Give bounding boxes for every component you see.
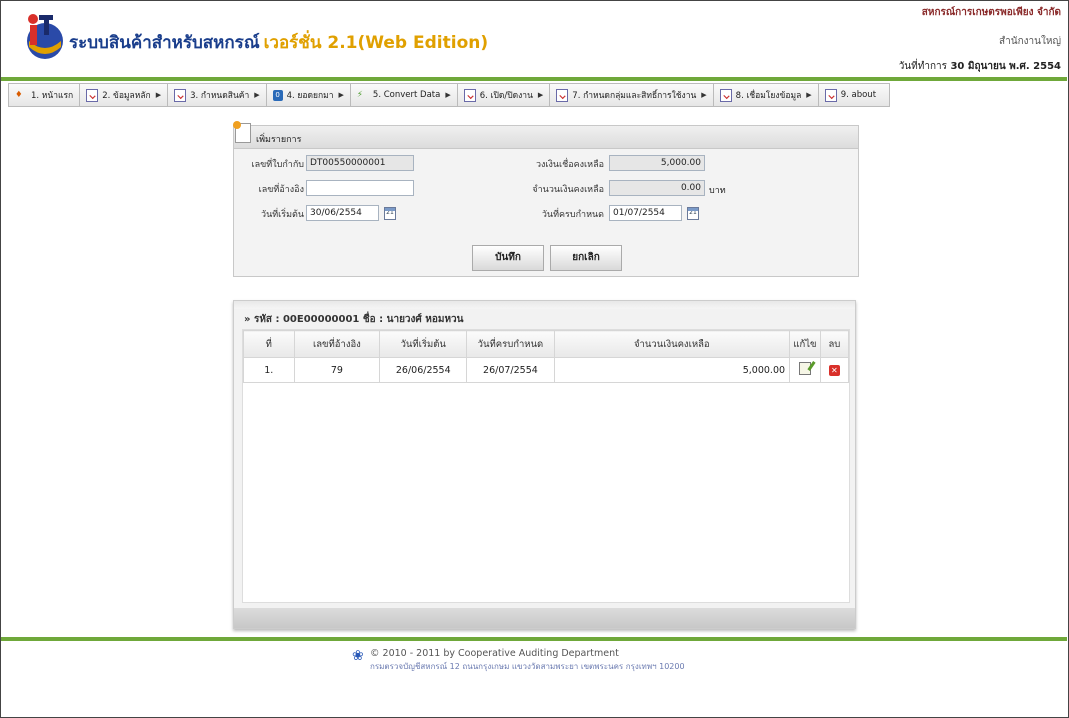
submenu-arrow-icon: ▶ xyxy=(537,91,544,99)
info-icon: 0 xyxy=(272,89,283,101)
menu-label: 1. หน้าแรก xyxy=(31,91,74,101)
col-start: วันที่เริ่มต้น xyxy=(379,330,468,358)
col-ref: เลขที่อ้างอิง xyxy=(293,330,381,358)
submenu-arrow-icon: ▶ xyxy=(445,91,451,99)
plug-icon: ⚡ xyxy=(356,89,363,100)
records-table: ที่ เลขที่อ้างอิง วันที่เริ่มต้น วันที่ค… xyxy=(243,330,850,383)
submenu-arrow-icon: ▶ xyxy=(338,91,344,99)
table-row: 1. 79 26/06/2554 26/07/2554 5,000.00 ✕ xyxy=(243,357,850,383)
app-title-main: ระบบสินค้าสำหรับสหกรณ์ xyxy=(69,33,260,53)
menu-groups-permissions[interactable]: 7. กำหนดกลุ่มและสิทธิ์การใช้งาน ▶ xyxy=(550,84,714,106)
menu-opening-balance[interactable]: 0 4. ยอดยกมา ▶ xyxy=(267,84,351,106)
col-no: ที่ xyxy=(243,330,295,358)
menu-label: 7. กำหนดกลุ่มและสิทธิ์การใช้งาน xyxy=(572,91,697,101)
grid-top-bar xyxy=(234,301,855,309)
cell-no: 1. xyxy=(243,357,295,383)
start-date-label: วันที่เริ่มต้น xyxy=(261,210,304,220)
menu-label: 2. ข้อมูลหลัก xyxy=(102,91,151,101)
home-icon: ♦ xyxy=(15,89,23,100)
invoice-label: เลขที่ใบกำกับ xyxy=(251,160,304,170)
invoice-field[interactable]: DT00550000001 xyxy=(306,155,414,171)
menu-data-link[interactable]: 8. เชื่อมโยงข้อมูล ▶ xyxy=(714,84,819,106)
menu-label: 9. about xyxy=(840,90,877,100)
credit-label: วงเงินเชื่อคงเหลือ xyxy=(535,160,604,170)
checklist-icon xyxy=(174,88,187,102)
credit-field[interactable]: 5,000.00 xyxy=(609,155,705,171)
panel-header: เพิ่มรายการ xyxy=(233,121,858,149)
menu-products[interactable]: 3. กำหนดสินค้า ▶ xyxy=(168,84,267,106)
ref-label: เลขที่อ้างอิง xyxy=(258,185,304,195)
menu-about[interactable]: 9. about xyxy=(819,84,882,106)
balance-field[interactable]: 0.00 xyxy=(609,180,705,196)
cell-due: 26/07/2554 xyxy=(466,357,555,383)
submenu-arrow-icon: ▶ xyxy=(701,91,707,99)
due-date-field[interactable]: 01/07/2554 xyxy=(609,205,682,221)
col-due: วันที่ครบกำหนด xyxy=(466,330,555,358)
checklist-icon xyxy=(719,88,732,102)
header-info: สหกรณ์การเกษตรพอเพียง จำกัด สำนักงานใหญ่… xyxy=(899,5,1061,74)
records-grid-panel: » รหัส : 00E00000001 ชื่อ : นายวงศ์ หอมห… xyxy=(233,300,856,629)
checklist-icon xyxy=(463,88,476,102)
menu-convert-data[interactable]: ⚡ 5. Convert Data ▶ xyxy=(351,84,458,106)
balance-unit: บาท xyxy=(709,186,726,196)
branch-name: สำนักงานใหญ่ xyxy=(999,36,1061,47)
work-date-label: วันที่ทำการ xyxy=(898,61,947,72)
coop-name: สหกรณ์การเกษตรพอเพียง จำกัด xyxy=(921,7,1061,18)
checklist-icon xyxy=(824,88,837,102)
ref-field[interactable] xyxy=(306,180,414,196)
due-date-label: วันที่ครบกำหนด xyxy=(541,210,604,220)
start-date-field[interactable]: 30/06/2554 xyxy=(306,205,379,221)
footer-divider xyxy=(1,637,1067,641)
header-divider xyxy=(1,77,1067,81)
page-footer: ❀ © 2010 - 2011 by Cooperative Auditing … xyxy=(352,648,685,673)
add-item-panel: เพิ่มรายการ เลขที่ใบกำกับ DT00550000001 … xyxy=(233,121,859,277)
cell-ref: 79 xyxy=(293,357,381,383)
cell-edit xyxy=(789,357,821,383)
document-icon xyxy=(233,121,251,143)
main-menu: ♦ 1. หน้าแรก 2. ข้อมูลหลัก ▶ 3. กำหนดสินค้… xyxy=(8,83,890,107)
menu-label: 5. Convert Data xyxy=(372,90,441,100)
submenu-arrow-icon: ▶ xyxy=(254,91,260,99)
cell-start: 26/06/2554 xyxy=(379,357,468,383)
app-header: ระบบสินค้าสำหรับสหกรณ์ เวอร์ชั่น 2.1(Web … xyxy=(1,1,1067,77)
menu-label: 6. เปิด/ปิดงาน xyxy=(479,91,533,101)
delete-icon[interactable]: ✕ xyxy=(828,364,840,376)
table-header-row: ที่ เลขที่อ้างอิง วันที่เริ่มต้น วันที่ค… xyxy=(243,330,850,358)
department-emblem-icon: ❀ xyxy=(352,648,364,664)
menu-label: 8. เชื่อมโยงข้อมูล xyxy=(735,91,802,101)
submenu-arrow-icon: ▶ xyxy=(155,91,162,99)
app-title: ระบบสินค้าสำหรับสหกรณ์ เวอร์ชั่น 2.1(Web … xyxy=(69,29,488,56)
col-edit: แก้ไข xyxy=(789,330,821,358)
start-calendar-icon[interactable]: 21 xyxy=(384,207,396,220)
cell-delete: ✕ xyxy=(819,357,850,383)
checklist-icon xyxy=(86,88,99,102)
col-delete: ลบ xyxy=(819,330,850,358)
grid-title: » รหัส : 00E00000001 ชื่อ : นายวงศ์ หอมห… xyxy=(244,314,464,325)
work-date-value: 30 มิถุนายน พ.ศ. 2554 xyxy=(950,61,1061,72)
edit-icon[interactable] xyxy=(798,362,811,375)
submenu-arrow-icon: ▶ xyxy=(806,91,812,99)
grid-body: ที่ เลขที่อ้างอิง วันที่เริ่มต้น วันที่ค… xyxy=(242,329,850,603)
cell-amount: 5,000.00 xyxy=(553,357,791,383)
menu-home[interactable]: ♦ 1. หน้าแรก xyxy=(9,84,81,106)
menu-label: 4. ยอดยกมา xyxy=(286,91,334,101)
menu-open-close[interactable]: 6. เปิด/ปิดงาน ▶ xyxy=(458,84,551,106)
grid-footer-bar xyxy=(234,608,855,628)
footer-address: กรมตรวจบัญชีสหกรณ์ 12 ถนนกรุงเกษม แขวงวั… xyxy=(370,662,685,671)
checklist-icon xyxy=(556,88,569,102)
menu-label: 3. กำหนดสินค้า xyxy=(190,91,250,101)
app-version: เวอร์ชั่น 2.1(Web Edition) xyxy=(263,33,489,53)
cancel-button[interactable]: ยกเลิก xyxy=(550,245,622,271)
app-logo-icon xyxy=(27,14,63,59)
save-button[interactable]: บันทึก xyxy=(472,245,544,271)
footer-copyright: © 2010 - 2011 by Cooperative Auditing De… xyxy=(370,648,619,659)
panel-title: เพิ่มรายการ xyxy=(256,135,302,145)
balance-label: จำนวนเงินคงเหลือ xyxy=(532,185,604,195)
col-amount: จำนวนเงินคงเหลือ xyxy=(553,330,791,358)
work-date: วันที่ทำการ 30 มิถุนายน พ.ศ. 2554 xyxy=(899,59,1061,74)
due-calendar-icon[interactable]: 21 xyxy=(687,207,699,220)
menu-master-data[interactable]: 2. ข้อมูลหลัก ▶ xyxy=(80,84,169,106)
